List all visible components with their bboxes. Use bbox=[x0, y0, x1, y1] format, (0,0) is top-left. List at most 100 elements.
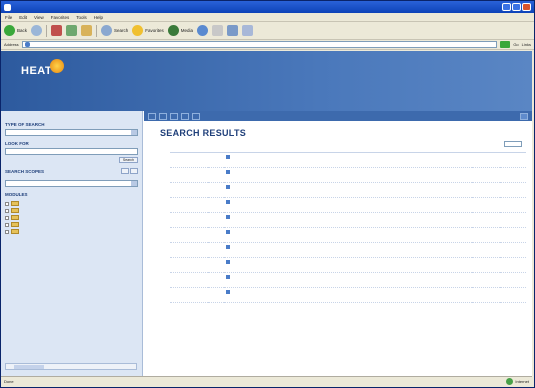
forward-arrow-icon[interactable] bbox=[31, 25, 43, 36]
expand-icon[interactable] bbox=[5, 229, 9, 234]
address-bar: Address Go Links bbox=[1, 40, 534, 50]
tab-2[interactable] bbox=[159, 112, 167, 120]
row-id[interactable] bbox=[170, 152, 208, 168]
mail-icon[interactable] bbox=[212, 25, 224, 36]
row-description[interactable] bbox=[224, 227, 472, 243]
row-action[interactable] bbox=[500, 212, 526, 228]
tree-item[interactable] bbox=[5, 214, 138, 221]
tree-item[interactable] bbox=[5, 228, 138, 235]
row-description[interactable] bbox=[224, 167, 472, 183]
refresh-icon[interactable] bbox=[66, 25, 78, 36]
row-action[interactable] bbox=[500, 242, 526, 258]
row-description[interactable] bbox=[224, 152, 472, 168]
scrollbar-thumb[interactable] bbox=[14, 365, 44, 369]
minimize-button[interactable] bbox=[502, 3, 511, 11]
menu-help[interactable]: Help bbox=[94, 15, 103, 20]
tab-3[interactable] bbox=[170, 112, 178, 120]
row-action[interactable] bbox=[500, 197, 526, 213]
status-text: Done bbox=[4, 379, 14, 384]
row-id[interactable] bbox=[170, 182, 208, 198]
media-button[interactable]: Media bbox=[167, 25, 193, 36]
tree-item[interactable] bbox=[5, 207, 138, 214]
tab-1[interactable] bbox=[148, 112, 156, 120]
type-of-search-select[interactable] bbox=[5, 129, 138, 136]
tree-item[interactable] bbox=[5, 200, 138, 207]
stop-icon[interactable] bbox=[51, 25, 63, 36]
menu-view[interactable]: View bbox=[34, 15, 44, 20]
row-action[interactable] bbox=[500, 152, 526, 168]
banner: HEAT bbox=[1, 51, 532, 111]
row-description[interactable] bbox=[224, 242, 472, 258]
menu-tools[interactable]: Tools bbox=[76, 15, 87, 20]
expand-icon[interactable] bbox=[5, 201, 9, 206]
row-id[interactable] bbox=[170, 272, 208, 288]
row-type bbox=[472, 167, 500, 183]
row-id[interactable] bbox=[170, 287, 208, 303]
sidebar-horizontal-scrollbar[interactable] bbox=[5, 363, 137, 370]
expand-icon[interactable] bbox=[5, 208, 9, 213]
row-description[interactable] bbox=[224, 287, 472, 303]
status-bar: Done Internet bbox=[1, 376, 532, 386]
row-id[interactable] bbox=[170, 257, 208, 273]
document-icon bbox=[226, 290, 230, 294]
row-description[interactable] bbox=[224, 197, 472, 213]
menu-edit[interactable]: Edit bbox=[19, 15, 27, 20]
address-input[interactable] bbox=[21, 41, 498, 48]
tree-item[interactable] bbox=[5, 221, 138, 228]
scope-select[interactable] bbox=[5, 180, 138, 187]
row-id[interactable] bbox=[170, 197, 208, 213]
row-description[interactable] bbox=[224, 182, 472, 198]
row-action[interactable] bbox=[500, 257, 526, 273]
row-action[interactable] bbox=[500, 167, 526, 183]
menu-file[interactable]: File bbox=[5, 15, 12, 20]
row-description[interactable] bbox=[224, 212, 472, 228]
row-rank bbox=[208, 227, 224, 243]
edit-icon[interactable] bbox=[242, 25, 254, 36]
maximize-button[interactable] bbox=[512, 3, 521, 11]
row-rank bbox=[208, 257, 224, 273]
document-icon bbox=[226, 200, 230, 204]
row-id[interactable] bbox=[170, 212, 208, 228]
expand-icon[interactable] bbox=[5, 215, 9, 220]
row-type bbox=[472, 287, 500, 303]
table-row bbox=[170, 242, 526, 258]
document-icon bbox=[226, 185, 230, 189]
search-submit-button[interactable]: Search bbox=[118, 157, 138, 163]
favorites-button[interactable]: Favorites bbox=[132, 25, 164, 36]
look-for-input[interactable] bbox=[5, 148, 138, 155]
row-description[interactable] bbox=[224, 272, 472, 288]
folder-icon bbox=[11, 222, 19, 227]
tab-5[interactable] bbox=[192, 112, 200, 120]
table-row bbox=[170, 257, 526, 273]
home-icon[interactable] bbox=[81, 25, 93, 36]
scope-button-b[interactable] bbox=[130, 168, 138, 174]
row-rank bbox=[208, 272, 224, 288]
row-action[interactable] bbox=[500, 182, 526, 198]
row-id[interactable] bbox=[170, 227, 208, 243]
menu-favorites[interactable]: Favorites bbox=[51, 15, 70, 20]
search-scopes-label: SEARCH SCOPES bbox=[5, 169, 45, 174]
row-id[interactable] bbox=[170, 242, 208, 258]
links-label[interactable]: Links bbox=[522, 42, 531, 47]
expand-icon[interactable] bbox=[5, 222, 9, 227]
tab-4[interactable] bbox=[181, 112, 189, 120]
tab-right[interactable] bbox=[520, 112, 528, 120]
folder-icon bbox=[11, 201, 19, 206]
tab-bar bbox=[144, 111, 532, 121]
row-action[interactable] bbox=[500, 272, 526, 288]
go-button[interactable] bbox=[500, 41, 511, 48]
row-action[interactable] bbox=[500, 287, 526, 303]
search-icon bbox=[101, 25, 113, 36]
close-button[interactable] bbox=[522, 3, 531, 11]
row-action[interactable] bbox=[500, 227, 526, 243]
per-page-select[interactable] bbox=[504, 141, 522, 147]
search-button[interactable]: Search bbox=[101, 25, 128, 36]
module-tree bbox=[5, 200, 138, 235]
history-icon[interactable] bbox=[197, 25, 209, 36]
row-rank bbox=[208, 152, 224, 168]
print-icon[interactable] bbox=[227, 25, 239, 36]
scope-button-a[interactable] bbox=[120, 168, 129, 174]
row-description[interactable] bbox=[224, 257, 472, 273]
back-button[interactable]: Back bbox=[4, 25, 27, 36]
row-id[interactable] bbox=[170, 167, 208, 183]
